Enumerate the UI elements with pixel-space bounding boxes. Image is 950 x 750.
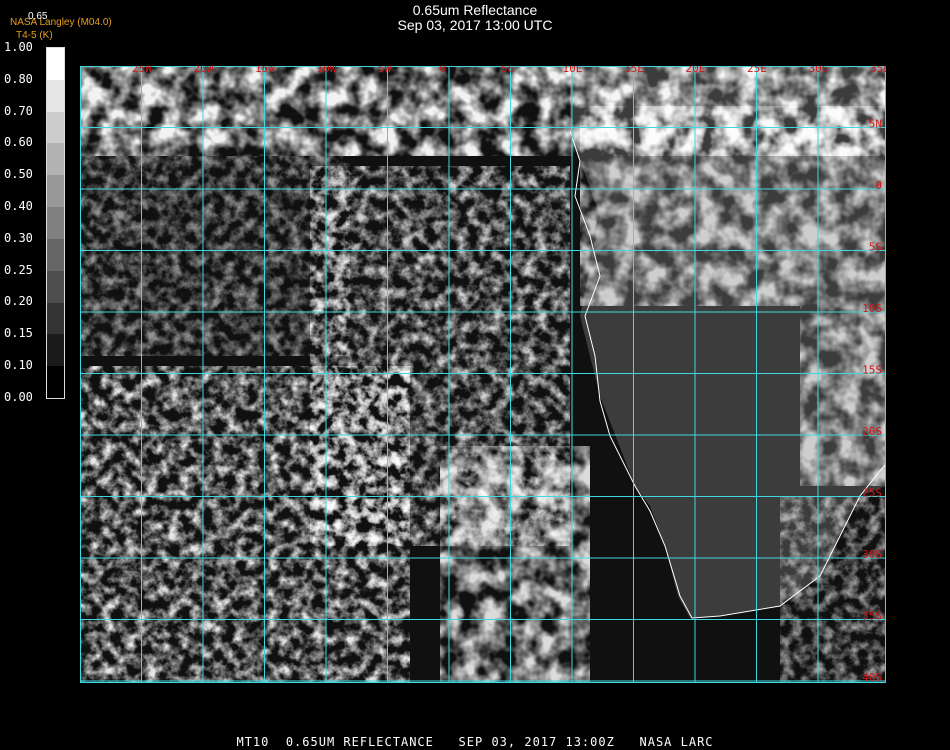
colorbar-tick-label: 0.80 (4, 71, 33, 86)
latitude-label: 20S (862, 425, 882, 438)
longitude-label: 20W (194, 66, 214, 75)
longitude-label: 30E (809, 66, 829, 75)
reflectance-colorbar (46, 47, 65, 399)
longitude-label: 5W (378, 66, 392, 75)
longitude-label: 25W (132, 66, 152, 75)
footer-caption: MT10 0.65UM REFLECTANCE SEP 03, 2017 13:… (236, 735, 714, 749)
longitude-label: 5E (501, 66, 514, 75)
colorbar-corner-label: 0.65 (28, 11, 48, 22)
longitude-label: 15W (255, 66, 275, 75)
colorbar-tick-label: 0.25 (4, 262, 33, 277)
colorbar-segment (47, 111, 64, 144)
colorbar-tick-label: 0.70 (4, 103, 33, 118)
colorbar-tick-label: 0.40 (4, 199, 33, 213)
colorbar-tick-label: 0.00 (4, 389, 33, 404)
longitude-label: 10E (563, 66, 583, 75)
colorbar-segment (47, 175, 64, 208)
latitude-label: 15S (862, 364, 882, 377)
longitude-label: 0 (440, 66, 447, 75)
colorbar-tick-label: 0.60 (4, 135, 33, 150)
satellite-map: 25W 20W 15W 10W 5W 0 5E 10E 15E 20E 25E 30E 35E 5N 0 5S… (79, 62, 890, 684)
latitude-label: 5S (869, 241, 882, 254)
latitude-label: 0 (875, 179, 882, 192)
map-canvas: 25W 20W 15W 10W 5W 0 5E 10E 15E 20E 25E 30E 35E 5N 0 5S… (79, 62, 890, 684)
latitude-label: 25S (862, 487, 882, 500)
source-label: NASA Langley (M04.0) (10, 17, 112, 28)
image-title: 0.65um Reflectance (412, 2, 538, 18)
colorbar-segment (47, 48, 64, 80)
colorbar-segment (47, 238, 64, 271)
latitude-label: 35S (862, 610, 882, 623)
colorbar-tick-label: 0.15 (4, 326, 33, 341)
longitude-label: 10W (317, 66, 337, 75)
longitude-label: 15E (624, 66, 644, 75)
longitude-label: 20E (686, 66, 706, 75)
colorbar-segment (47, 79, 64, 112)
source-info: 0.65 NASA Langley (M04.0) T4-5 (K) (10, 11, 112, 42)
colorbar-segment (47, 207, 64, 239)
colorbar-tick-label: 0.50 (4, 167, 33, 182)
longitude-label: 35E (870, 66, 886, 75)
latitude-label: 40S (862, 671, 882, 683)
longitude-label: 25E (747, 66, 767, 75)
colorbar-segment (47, 270, 64, 303)
image-datetime: Sep 03, 2017 13:00 UTC (397, 17, 553, 33)
latitude-label: 10S (862, 302, 882, 315)
colorbar-segment (47, 302, 64, 335)
colorbar-tick-label: 0.30 (4, 230, 33, 245)
colorbar-segment (47, 334, 64, 367)
colorbar-segment (47, 366, 64, 398)
latitude-label: 30S (862, 548, 882, 561)
colorbar-tick-label: 0.10 (4, 358, 33, 372)
colorbar-segment (47, 143, 64, 176)
colorbar-tick-label: 1.00 (4, 40, 33, 54)
latitude-label: 5N (869, 118, 882, 131)
colorbar-tick-label: 0.20 (4, 294, 33, 309)
